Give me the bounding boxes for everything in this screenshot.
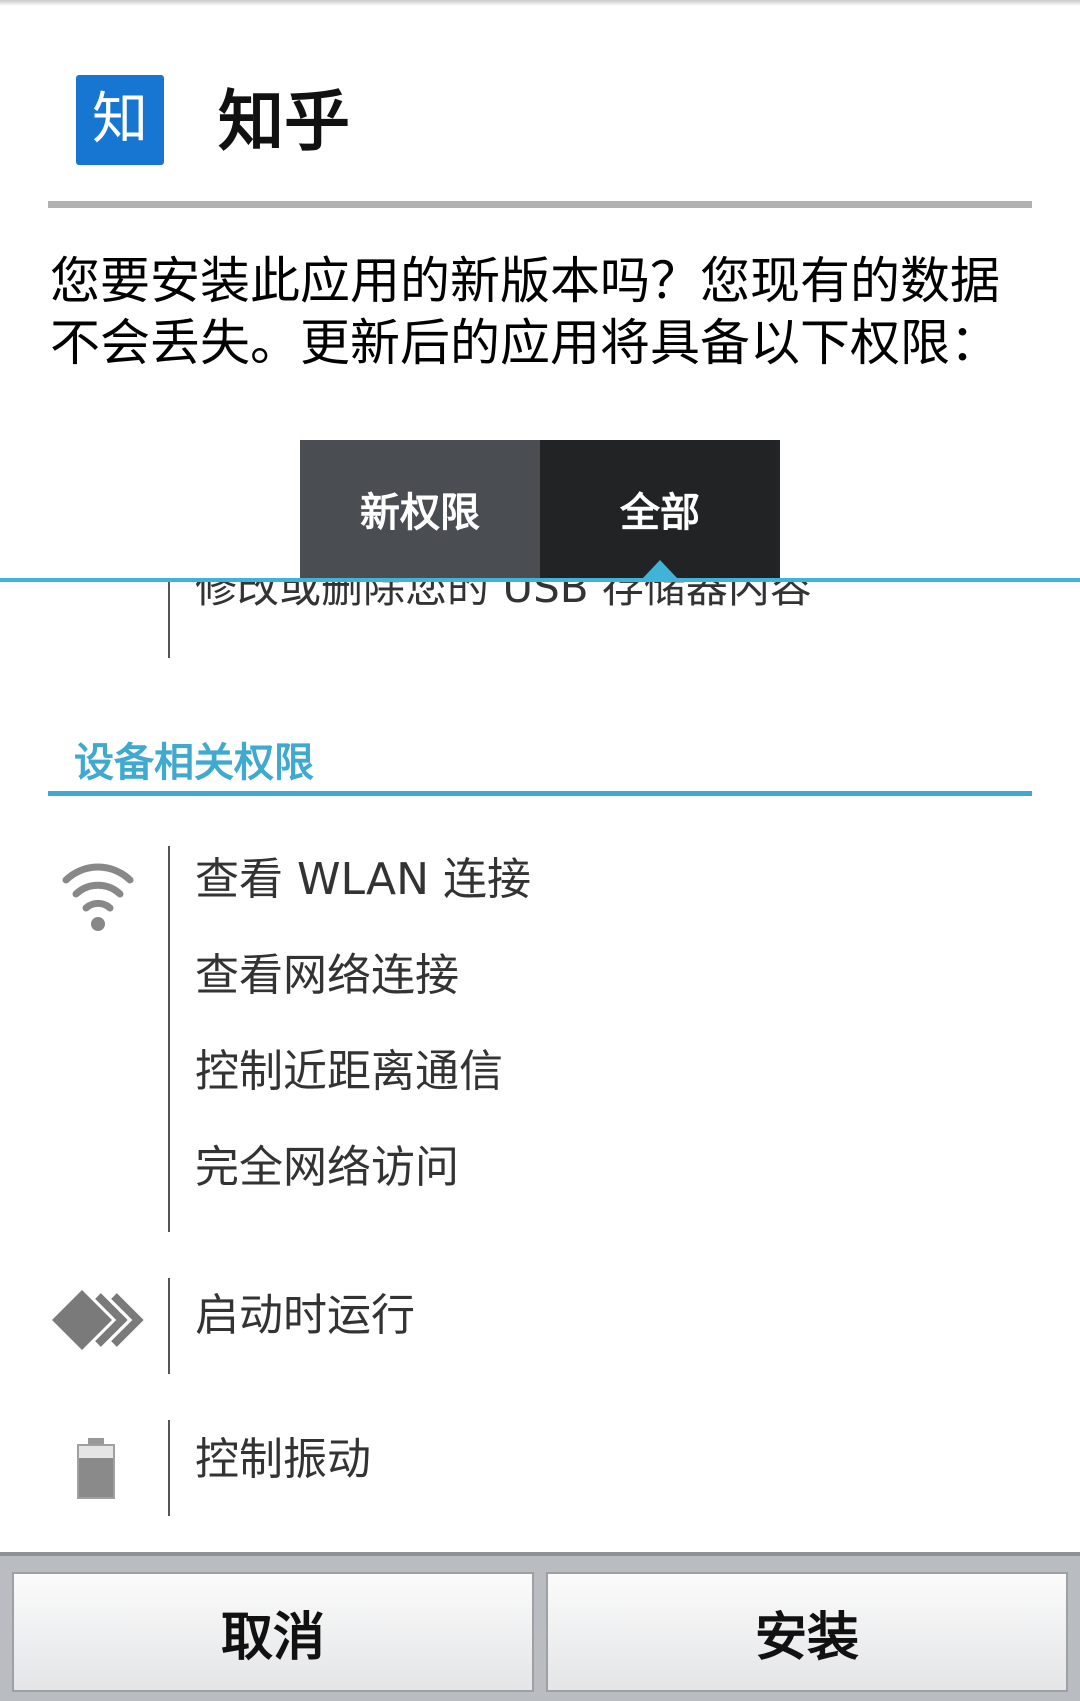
section-underline — [48, 791, 1032, 796]
permission-item: 修改或删除您的 USB 存储器内容 — [195, 582, 812, 612]
header-divider — [48, 201, 1032, 208]
permission-item: 控制近距离通信 — [195, 1046, 503, 1097]
group-divider — [168, 1278, 170, 1374]
group-divider — [168, 1420, 170, 1516]
tab-new-permissions[interactable]: 新权限 — [300, 440, 540, 578]
startup-arrows-icon — [50, 1288, 144, 1352]
permissions-list[interactable]: 修改或删除您的 USB 存储器内容 设备相关权限 查看 WLAN 连接 查看网络… — [0, 582, 1080, 1550]
button-bar: 取消 安装 — [0, 1552, 1080, 1701]
permission-item: 查看网络连接 — [195, 950, 459, 1001]
group-divider — [168, 846, 170, 1232]
app-icon: 知 — [76, 75, 164, 165]
permission-item: 控制振动 — [195, 1434, 371, 1485]
section-header: 设备相关权限 — [74, 740, 314, 786]
tab-new-permissions-label: 新权限 — [360, 490, 480, 536]
top-shadow — [0, 0, 1080, 6]
wifi-icon — [60, 858, 136, 932]
selected-tab-indicator — [643, 560, 677, 578]
battery-icon — [76, 1438, 116, 1500]
permission-tabs: 新权限 全部 — [300, 440, 780, 578]
permission-item: 启动时运行 — [195, 1290, 415, 1341]
app-title: 知乎 — [218, 83, 350, 160]
install-message: 您要安装此应用的新版本吗？您现有的数据不会丢失。更新后的应用将具备以下权限： — [50, 252, 1000, 372]
group-divider — [168, 582, 170, 658]
permission-item: 完全网络访问 — [195, 1142, 459, 1193]
tab-all-permissions[interactable]: 全部 — [540, 440, 780, 578]
tab-all-permissions-label: 全部 — [620, 490, 700, 536]
cancel-button[interactable]: 取消 — [12, 1572, 534, 1692]
permission-item: 查看 WLAN 连接 — [195, 854, 532, 905]
install-button[interactable]: 安装 — [546, 1572, 1068, 1692]
